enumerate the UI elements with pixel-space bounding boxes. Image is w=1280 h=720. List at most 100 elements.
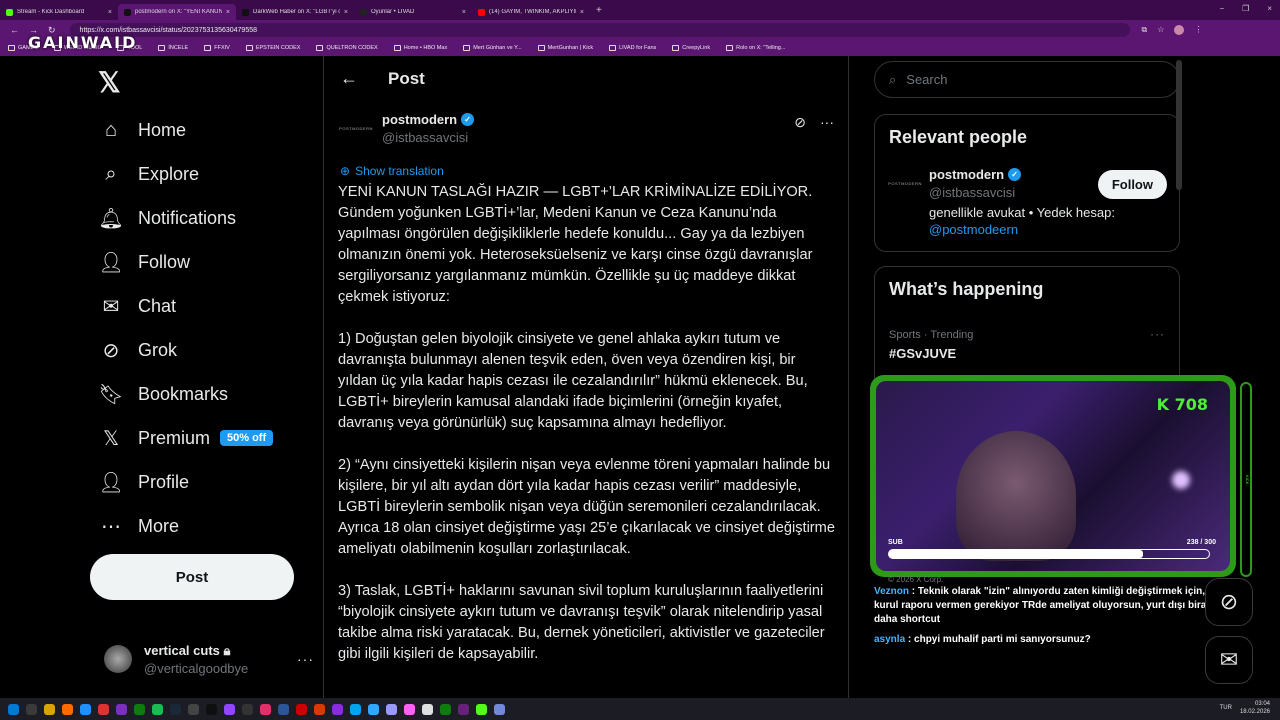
menu-icon[interactable]: ⋮: [1194, 25, 1202, 35]
taskbar-app-icon[interactable]: [188, 703, 199, 715]
person-bio-text: genellikle avukat • Yedek hesap:: [929, 205, 1115, 220]
page-title: Post: [388, 68, 425, 88]
messages-floating-button[interactable]: ✉: [1205, 636, 1253, 684]
taskbar-app-icon[interactable]: [494, 703, 505, 715]
windows-start-icon[interactable]: [8, 703, 19, 715]
profile-avatar[interactable]: [1174, 25, 1185, 35]
bookmark-item[interactable]: İNCELE: [158, 45, 188, 51]
taskbar-app-icon[interactable]: [206, 703, 217, 715]
taskbar-app-icon[interactable]: [152, 703, 163, 715]
back-arrow-icon[interactable]: ←: [10, 25, 19, 36]
bookmark-item[interactable]: EPSTEIN CODEX: [245, 45, 301, 51]
taskbar-app-icon[interactable]: [62, 703, 73, 715]
nav-item-more[interactable]: ⋯ More: [100, 515, 179, 538]
taskbar-app-icon[interactable]: [98, 703, 109, 715]
taskbar-app-icon[interactable]: [116, 703, 127, 715]
nav-item-home[interactable]: ⌂ Home: [100, 119, 186, 141]
language-indicator[interactable]: TUR: [1220, 705, 1232, 711]
bookmark-label: EPSTEIN CODEX: [255, 45, 301, 51]
taskbar-app-icon[interactable]: [170, 703, 181, 715]
taskbar-app-icon[interactable]: [296, 703, 307, 715]
taskbar-app-icon[interactable]: [386, 703, 397, 715]
browser-tab[interactable]: DarkWeb Haber on X: "LGBT'yi öv..." ×: [236, 4, 354, 20]
new-tab-icon[interactable]: +: [596, 5, 602, 16]
minimize-icon[interactable]: −: [1219, 4, 1224, 13]
nav-item-premium[interactable]: 𝕏 Premium 50% off: [100, 427, 274, 450]
browser-tab[interactable]: Oyunlar • LIVAD ×: [354, 4, 472, 20]
address-bar[interactable]: https://x.com/istbassavcisi/status/20237…: [69, 23, 1130, 37]
nav-item-profile[interactable]: 👤︎ Profile: [98, 471, 189, 494]
taskbar-app-icon[interactable]: [278, 703, 289, 715]
person-bio-link[interactable]: @postmodeern: [929, 222, 1018, 237]
taskbar-app-icon[interactable]: [134, 703, 145, 715]
close-icon[interactable]: ×: [580, 9, 584, 16]
back-arrow-icon[interactable]: ←: [340, 68, 358, 89]
folder-icon: [158, 45, 166, 51]
follow-button[interactable]: Follow: [1097, 170, 1167, 199]
author-handle[interactable]: @istbassavcisi: [382, 130, 474, 145]
nav-item-bookmarks[interactable]: 🔖︎ Bookmarks: [98, 383, 228, 406]
close-icon[interactable]: ×: [108, 9, 112, 16]
taskbar-app-icon[interactable]: [26, 703, 37, 715]
bookmark-item[interactable]: MertGunhan | Kick: [537, 45, 593, 51]
post-button[interactable]: Post: [90, 554, 294, 600]
close-icon[interactable]: ×: [1267, 4, 1272, 13]
author-avatar[interactable]: POSTMODERN: [339, 112, 372, 144]
clock[interactable]: 03:04 18.02.2026: [1240, 700, 1270, 716]
scrollbar[interactable]: [1176, 60, 1182, 190]
more-icon[interactable]: ···: [1150, 327, 1165, 341]
taskbar-app-icon[interactable]: [458, 703, 469, 715]
bookmark-label: QUELTRON CODEX: [326, 45, 378, 51]
taskbar-app-icon[interactable]: [332, 703, 343, 715]
close-icon[interactable]: ×: [344, 9, 348, 16]
post-paragraph: 3) Taslak, LGBTİ+ haklarını savunan sivi…: [338, 583, 825, 662]
nav-item-grok[interactable]: ⊘ Grok: [100, 339, 177, 362]
taskbar-app-icon[interactable]: [260, 703, 271, 715]
close-icon[interactable]: ×: [226, 9, 230, 16]
close-icon[interactable]: ×: [462, 9, 466, 16]
browser-tab[interactable]: postmodern on X: "YENİ KANUN TASLAĞI..."…: [118, 4, 236, 20]
more-icon[interactable]: ···: [820, 114, 834, 131]
taskbar-app-icon[interactable]: [80, 703, 91, 715]
bookmark-item[interactable]: LIVAD for Fans: [609, 45, 656, 51]
browser-tab[interactable]: (14) GAYIM, TWINKIM, AKPLIYIM -... ×: [472, 4, 590, 20]
taskbar-app-icon[interactable]: [350, 703, 361, 715]
trend-name[interactable]: #GSvJUVE: [889, 346, 956, 361]
x-logo-icon[interactable]: 𝕏: [98, 66, 121, 99]
relevant-person[interactable]: POSTMODERN postmodern ✓ @istbassavcisi g…: [888, 167, 1115, 238]
account-switcher[interactable]: vertical cuts 🔒︎ @verticalgoodbye ···: [104, 634, 314, 684]
bookmark-item[interactable]: QUELTRON CODEX: [316, 45, 378, 51]
star-icon[interactable]: ☆: [1157, 25, 1164, 35]
taskbar-app-icon[interactable]: [422, 703, 433, 715]
maximize-icon[interactable]: ❐: [1242, 4, 1249, 13]
taskbar-app-icon[interactable]: [242, 703, 253, 715]
show-translation-link[interactable]: ⊕ Show translation: [340, 164, 444, 178]
window-controls: − ❐ ×: [1219, 4, 1272, 13]
folder-icon: [204, 45, 212, 51]
more-icon[interactable]: ···: [297, 651, 314, 667]
browser-tab[interactable]: Stream - Kick Dashboard ×: [0, 4, 118, 20]
taskbar-app-icon[interactable]: [440, 703, 451, 715]
nav-item-chat[interactable]: ✉ Chat: [100, 295, 176, 318]
nav-item-notifications[interactable]: 🔔︎ Notifications: [98, 207, 236, 230]
taskbar-app-icon[interactable]: [314, 703, 325, 715]
search-input[interactable]: ⌕ Search: [874, 61, 1180, 98]
taskbar-app-icon[interactable]: [368, 703, 379, 715]
taskbar-app-icon[interactable]: [404, 703, 415, 715]
taskbar-app-icon[interactable]: [476, 703, 487, 715]
nav-item-explore[interactable]: ⌕ Explore: [100, 163, 199, 185]
grok-icon[interactable]: ⊘: [794, 114, 806, 131]
bookmark-item[interactable]: Rolo on X: "Telling...: [726, 45, 785, 51]
bookmark-item[interactable]: FFXIV: [204, 45, 230, 51]
bookmark-item[interactable]: Mert Günhan ve Y...: [463, 45, 522, 51]
taskbar-app-icon[interactable]: [224, 703, 235, 715]
taskbar-app-icon[interactable]: [44, 703, 55, 715]
grok-floating-button[interactable]: ⊘: [1205, 578, 1253, 626]
bookmark-item[interactable]: Home • HBO Max: [393, 45, 447, 51]
author-name-row[interactable]: postmodern ✓: [382, 112, 475, 127]
nav-item-label: Premium: [138, 427, 211, 448]
tab-favicon-icon: [124, 8, 131, 16]
extensions-icon[interactable]: ⧉: [1142, 25, 1148, 35]
nav-item-follow[interactable]: 👤︎ Follow: [98, 251, 190, 274]
bookmark-item[interactable]: CreepyLink: [672, 45, 710, 51]
